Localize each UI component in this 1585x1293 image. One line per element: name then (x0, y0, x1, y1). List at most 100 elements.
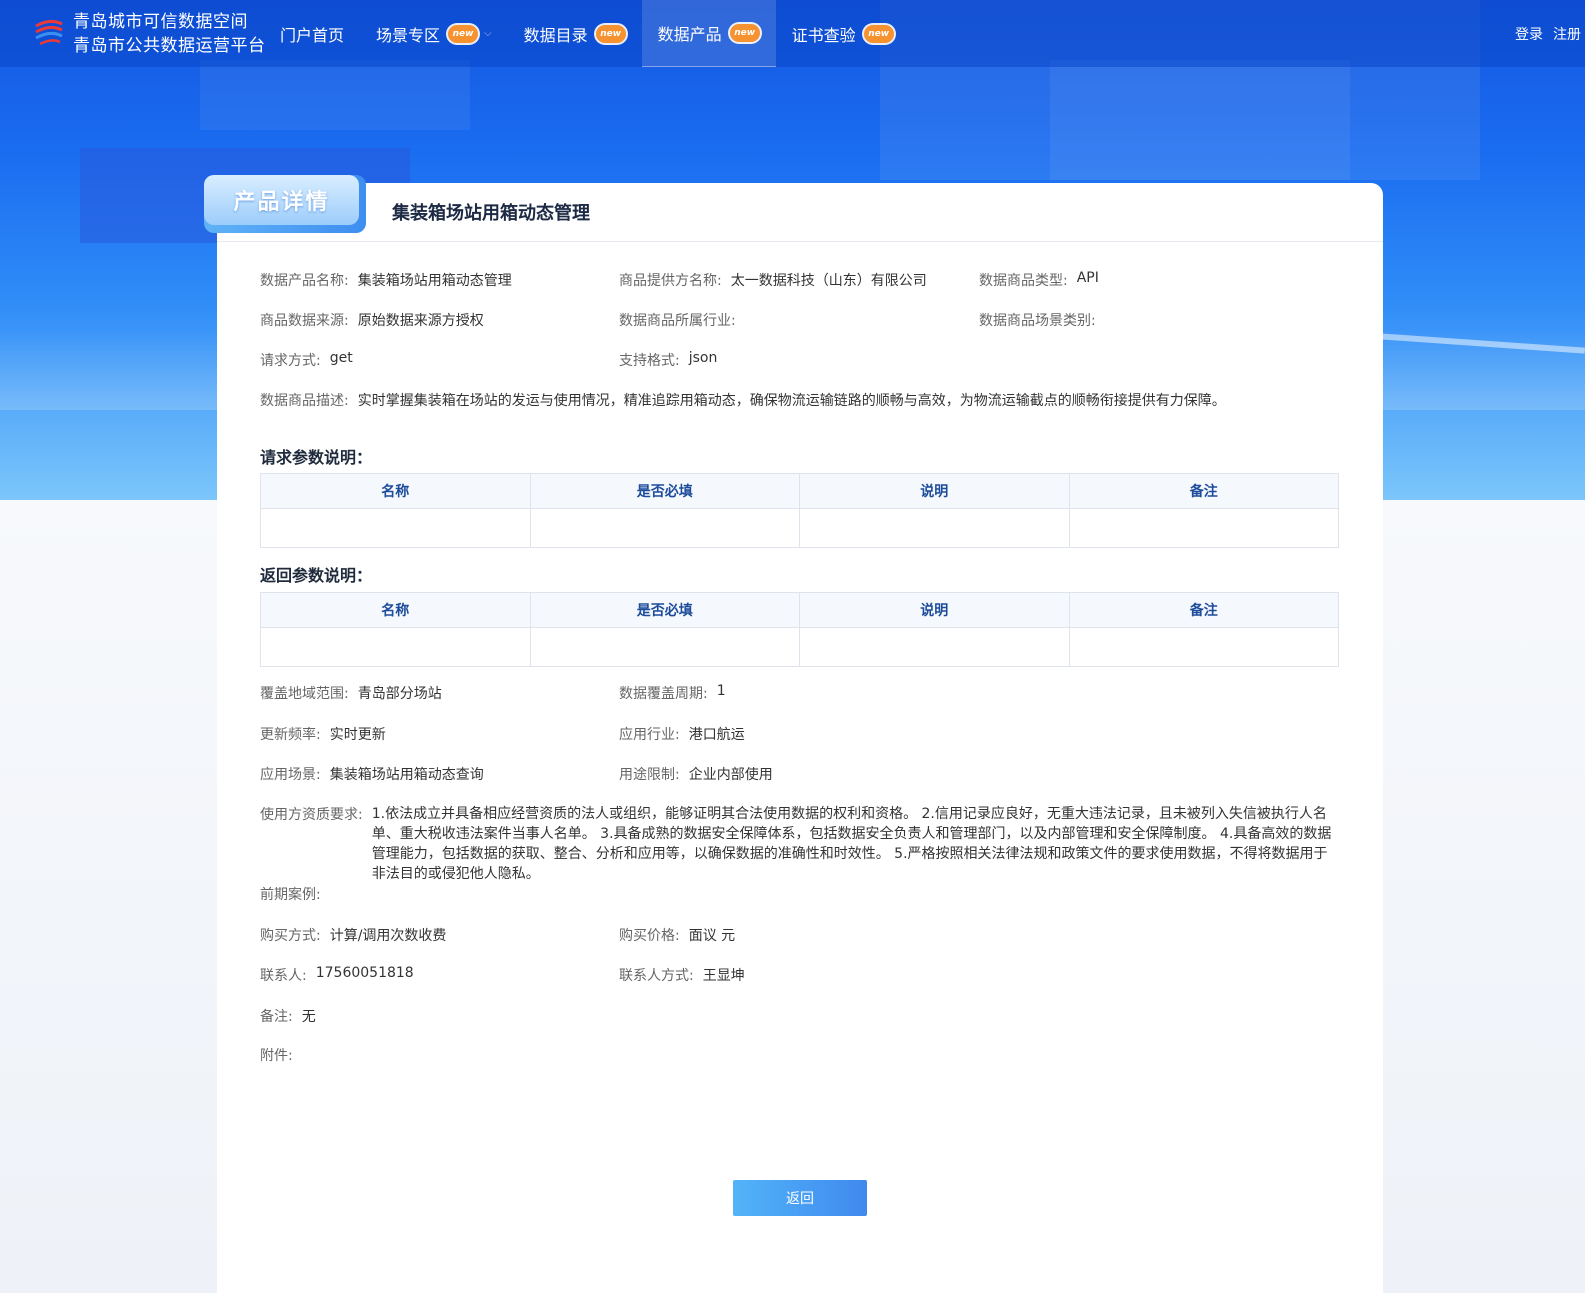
request-params-title: 请求参数说明： (260, 448, 373, 467)
field-update-frequency: 更新频率: 实时更新 (260, 724, 386, 744)
field-label: 数据商品描述: (260, 393, 349, 409)
table-header-row: 名称 是否必填 说明 备注 (260, 473, 1339, 509)
field-remark: 备注: 无 (260, 1006, 316, 1026)
field-value: 企业内部使用 (688, 767, 773, 783)
field-value: 青岛部分场站 (357, 686, 442, 702)
field-description: 数据商品描述: 实时掌握集装箱在场站的发运与使用情况，精准追踪用箱动态，确保物流… (260, 390, 1226, 410)
field-purchase-method: 购买方式: 计算/调用次数收费 (260, 925, 446, 945)
column-header: 说明 (799, 473, 1070, 509)
field-label: 数据商品场景类别: (979, 313, 1096, 329)
field-value: 无 (301, 1009, 316, 1025)
brand-line1: 青岛城市可信数据空间 (73, 12, 248, 32)
column-header: 说明 (799, 592, 1070, 628)
column-header: 备注 (1068, 473, 1339, 509)
auth-links: 登录 注册 (1515, 24, 1581, 44)
top-navbar: 青岛城市可信数据空间 青岛市公共数据运营平台 门户首页 场景专区 new ⌵ 数… (0, 0, 1585, 67)
column-header: 是否必填 (529, 592, 800, 628)
product-detail-tab: 产品详情 (204, 175, 366, 233)
request-params-table: 名称 是否必填 说明 备注 (260, 473, 1339, 548)
new-badge-icon: new (448, 24, 479, 43)
field-value: API (1076, 270, 1099, 286)
nav-catalog[interactable]: 数据目录 new (508, 0, 642, 67)
nav-home[interactable]: 门户首页 (264, 0, 360, 67)
field-app-scene: 应用场景: 集装箱场站用箱动态查询 (260, 764, 484, 784)
field-contact: 联系人: 17560051818 (260, 965, 414, 985)
login-link[interactable]: 登录 (1515, 24, 1543, 44)
field-region: 覆盖地域范围: 青岛部分场站 (260, 683, 442, 703)
field-value: 集装箱场站用箱动态管理 (357, 273, 512, 289)
field-label: 前期案例: (260, 887, 321, 903)
table-row (260, 508, 1339, 548)
register-link[interactable]: 注册 (1553, 24, 1581, 44)
field-value: 1.依法成立并具备相应经营资质的法人或组织，能够证明其合法使用数据的权利和资格。… (371, 806, 1332, 882)
field-label: 商品提供方名称: (619, 273, 722, 289)
table-header-row: 名称 是否必填 说明 备注 (260, 592, 1339, 628)
column-header: 名称 (260, 473, 531, 509)
brand-title[interactable]: 青岛城市可信数据空间 青岛市公共数据运营平台 (73, 10, 266, 58)
field-label: 更新频率: (260, 727, 321, 743)
product-title: 集装箱场站用箱动态管理 (392, 203, 590, 224)
field-cases: 前期案例: (260, 884, 330, 904)
field-label: 使用方资质要求: (260, 807, 363, 823)
nav-scenes[interactable]: 场景专区 new ⌵ (360, 0, 508, 67)
chevron-down-icon: ⌵ (484, 28, 492, 39)
column-header: 是否必填 (529, 473, 800, 509)
field-value: 计算/调用次数收费 (329, 928, 447, 944)
column-header: 名称 (260, 592, 531, 628)
field-method: 请求方式: get (260, 350, 353, 370)
field-label: 购买方式: (260, 928, 321, 944)
field-label: 附件: (260, 1048, 293, 1064)
field-label: 数据覆盖周期: (619, 686, 708, 702)
field-label: 请求方式: (260, 353, 321, 369)
field-industry: 数据商品所属行业: (619, 310, 745, 330)
field-value: 实时掌握集装箱在场站的发运与使用情况，精准追踪用箱动态，确保物流运输链路的顺畅与… (357, 393, 1226, 409)
new-badge-icon: new (729, 24, 760, 42)
product-detail-card: 集装箱场站用箱动态管理 数据产品名称: 集装箱场站用箱动态管理 商品提供方名称:… (217, 183, 1383, 1293)
new-badge-icon: new (595, 24, 626, 43)
field-format: 支持格式: json (619, 350, 717, 370)
card-header: 集装箱场站用箱动态管理 (217, 183, 1383, 242)
field-usage-limit: 用途限制: 企业内部使用 (619, 764, 773, 784)
field-price: 购买价格: 面议 元 (619, 925, 735, 945)
nav-products-label: 数据产品 (657, 25, 722, 44)
field-value: 集装箱场站用箱动态查询 (329, 767, 484, 783)
nav-products[interactable]: 数据产品 new (641, 0, 776, 67)
field-period: 数据覆盖周期: 1 (619, 683, 726, 703)
field-label: 支持格式: (619, 353, 680, 369)
field-value: 太一数据科技（山东）有限公司 (730, 273, 927, 289)
nav-home-label: 门户首页 (280, 25, 345, 45)
field-value: 实时更新 (329, 727, 386, 743)
field-scene-category: 数据商品场景类别: (979, 310, 1105, 330)
field-app-industry: 应用行业: 港口航运 (619, 724, 745, 744)
table-row (260, 627, 1339, 667)
field-label: 购买价格: (619, 928, 680, 944)
platform-logo-icon[interactable] (32, 16, 66, 50)
new-badge-icon: new (863, 24, 894, 43)
field-label: 备注: (260, 1009, 293, 1025)
field-label: 覆盖地域范围: (260, 686, 349, 702)
field-label: 用途限制: (619, 767, 680, 783)
nav-certificate[interactable]: 证书查验 new (776, 0, 910, 67)
field-label: 数据商品类型: (979, 273, 1068, 289)
field-source: 商品数据来源: 原始数据来源方授权 (260, 310, 484, 330)
response-params-title: 返回参数说明： (260, 566, 373, 585)
field-product-name: 数据产品名称: 集装箱场站用箱动态管理 (260, 270, 512, 290)
field-label: 应用行业: (619, 727, 680, 743)
field-label: 数据产品名称: (260, 273, 349, 289)
product-detail-tab-label: 产品详情 (204, 175, 359, 225)
field-qualification: 使用方资质要求: 1.依法成立并具备相应经营资质的法人或组织，能够证明其合法使用… (260, 804, 1339, 884)
field-type: 数据商品类型: API (979, 270, 1099, 290)
field-attachment: 附件: (260, 1045, 293, 1065)
field-value: 原始数据来源方授权 (357, 313, 484, 329)
return-button[interactable]: 返回 (733, 1180, 867, 1216)
field-value: 面议 元 (688, 928, 736, 944)
column-header: 备注 (1068, 592, 1339, 628)
field-value: json (688, 350, 718, 366)
field-label: 联系人: (260, 968, 307, 984)
field-label: 联系人方式: (619, 968, 694, 984)
response-params-table: 名称 是否必填 说明 备注 (260, 592, 1339, 667)
field-value: 港口航运 (688, 727, 745, 743)
field-provider: 商品提供方名称: 太一数据科技（山东）有限公司 (619, 270, 927, 290)
nav-scenes-label: 场景专区 (376, 25, 441, 45)
field-value: 17560051818 (315, 965, 414, 981)
